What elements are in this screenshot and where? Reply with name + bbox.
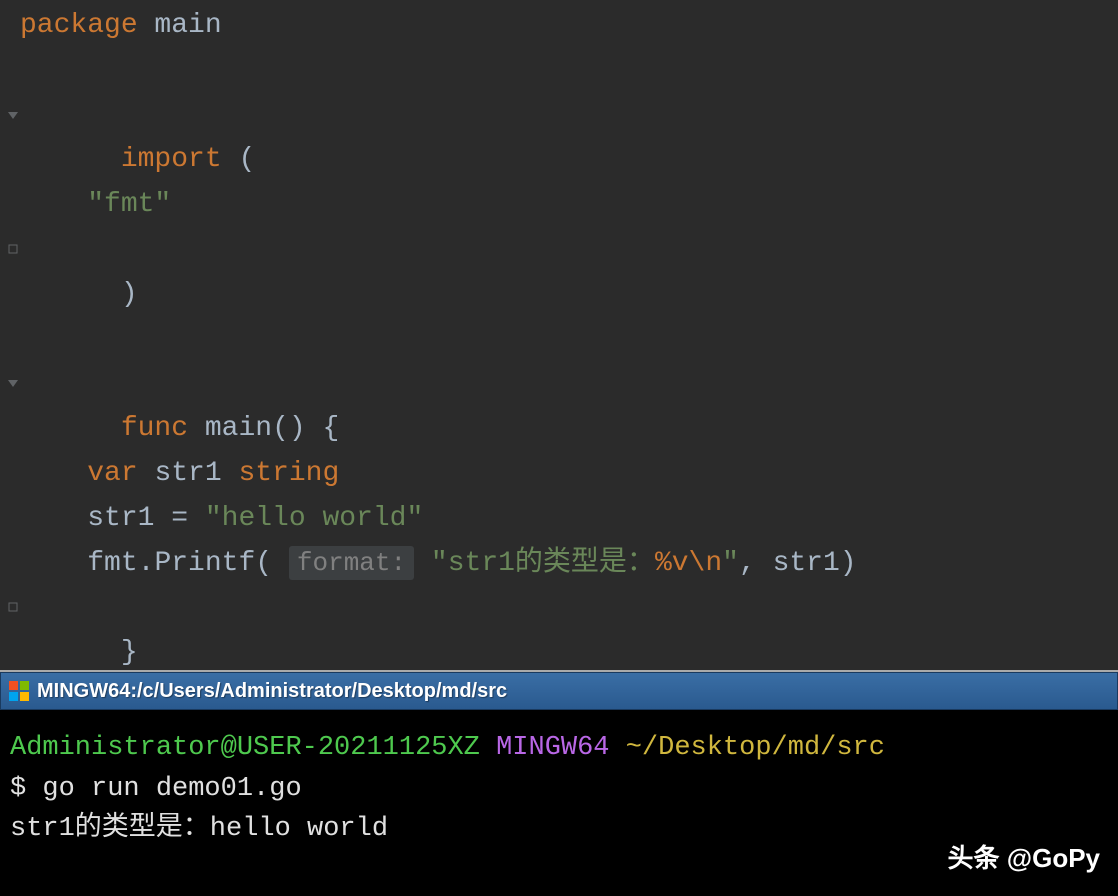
pkg-fmt: fmt (87, 548, 137, 579)
func-name: main (188, 413, 272, 444)
indent (20, 189, 87, 220)
terminal-stdout: str1的类型是：hello world (10, 809, 1108, 850)
terminal-window: MINGW64:/c/Users/Administrator/Desktop/m… (0, 670, 1118, 896)
terminal-prompt-line: Administrator@USER-20211125XZ MINGW64 ~/… (10, 728, 1108, 769)
code-line-blank (20, 318, 1118, 363)
end-icon (6, 594, 20, 620)
fold-icon[interactable] (6, 102, 20, 128)
code-block: package main import ( "fmt" ) func main(… (0, 0, 1118, 676)
terminal-command: go run demo01.go (42, 774, 301, 804)
func-printf: Printf (154, 548, 255, 579)
code-line: } (20, 586, 1118, 676)
mingw-icon (9, 681, 29, 701)
terminal-title-bar[interactable]: MINGW64:/c/Users/Administrator/Desktop/m… (0, 672, 1118, 710)
param-hint: format: (289, 546, 414, 580)
string-end: " (722, 548, 739, 579)
keyword-package: package (20, 10, 138, 41)
terminal-user: Administrator@USER-20211125XZ (10, 733, 480, 763)
space (414, 548, 431, 579)
dot: . (138, 548, 155, 579)
code-line: ) (20, 228, 1118, 318)
var-name: str1 (138, 458, 239, 489)
code-line: fmt.Printf( format: "str1的类型是：%v\n", str… (20, 542, 1118, 587)
escape-seq: \n (689, 548, 723, 579)
code-editor[interactable]: package main import ( "fmt" ) func main(… (0, 0, 1118, 670)
keyword-import: import (121, 144, 222, 175)
terminal-mingw-label: MINGW64 (480, 733, 626, 763)
format-verb: %v (655, 548, 689, 579)
terminal-path: ~/Desktop/md/src (626, 733, 885, 763)
code-line: package main (20, 4, 1118, 49)
paren-close: ) (121, 279, 138, 310)
code-line-blank (20, 49, 1118, 94)
terminal-command-line: $ go run demo01.go (10, 769, 1108, 810)
end-icon (6, 236, 20, 262)
code-line: import ( (20, 94, 1118, 184)
string-literal: "hello world" (205, 503, 423, 534)
func-sig: () { (272, 413, 339, 444)
type-string: string (238, 458, 339, 489)
keyword-func: func (121, 413, 188, 444)
indent (20, 458, 87, 489)
assign: str1 = (87, 503, 205, 534)
code-line: func main() { (20, 362, 1118, 452)
package-name: main (138, 10, 222, 41)
indent (20, 503, 87, 534)
indent (20, 548, 87, 579)
terminal-output[interactable]: Administrator@USER-20211125XZ MINGW64 ~/… (0, 710, 1118, 896)
terminal-title-text: MINGW64:/c/Users/Administrator/Desktop/m… (37, 680, 507, 703)
prompt-symbol: $ (10, 774, 42, 804)
import-fmt: "fmt" (87, 189, 171, 220)
brace-close: } (121, 637, 138, 668)
string-start: "str1的类型是： (431, 548, 655, 579)
fold-icon[interactable] (6, 370, 20, 396)
paren-open: ( (255, 548, 289, 579)
paren-open: ( (222, 144, 256, 175)
code-line: var str1 string (20, 452, 1118, 497)
code-line: "fmt" (20, 183, 1118, 228)
args: , str1) (739, 548, 857, 579)
keyword-var: var (87, 458, 137, 489)
watermark-text: 头条 @GoPy (948, 839, 1100, 878)
code-line: str1 = "hello world" (20, 497, 1118, 542)
